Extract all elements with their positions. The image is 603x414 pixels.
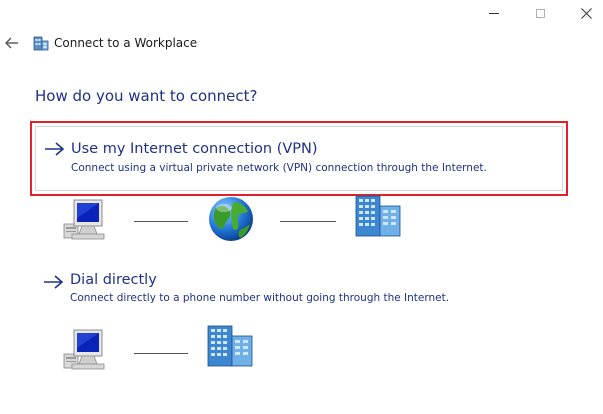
back-button[interactable] <box>3 34 21 52</box>
option-description: Connect using a virtual private network … <box>71 162 487 174</box>
maximize-button[interactable] <box>518 2 562 24</box>
minimize-icon <box>489 12 499 14</box>
close-icon <box>580 7 592 19</box>
back-arrow-icon <box>5 37 18 49</box>
workplace-building-icon <box>354 194 404 238</box>
network-building-icon <box>33 34 49 51</box>
connection-line <box>134 353 188 354</box>
option-title: Use my Internet connection (VPN) <box>71 141 318 157</box>
arrow-right-icon <box>44 275 64 289</box>
page-heading: How do you want to connect? <box>35 87 258 105</box>
connect-to-workplace-window: Connect to a Workplace How do you want t… <box>0 0 603 414</box>
workplace-building-icon <box>206 324 256 368</box>
option-title: Dial directly <box>70 272 157 288</box>
option-description: Connect directly to a phone number witho… <box>70 292 450 304</box>
computer-icon <box>58 326 106 372</box>
internet-globe-icon <box>206 194 256 244</box>
arrow-right-icon <box>45 142 65 156</box>
connection-line <box>134 221 188 222</box>
window-title: Connect to a Workplace <box>54 36 198 50</box>
computer-icon <box>58 196 106 242</box>
option-use-internet-vpn[interactable]: Use my Internet connection (VPN) Connect… <box>30 121 568 196</box>
close-button[interactable] <box>564 2 603 24</box>
connection-line <box>280 221 336 222</box>
minimize-button[interactable] <box>472 2 516 24</box>
option-dial-directly[interactable]: Dial directly Connect directly to a phon… <box>35 266 563 314</box>
maximize-icon <box>535 8 545 18</box>
